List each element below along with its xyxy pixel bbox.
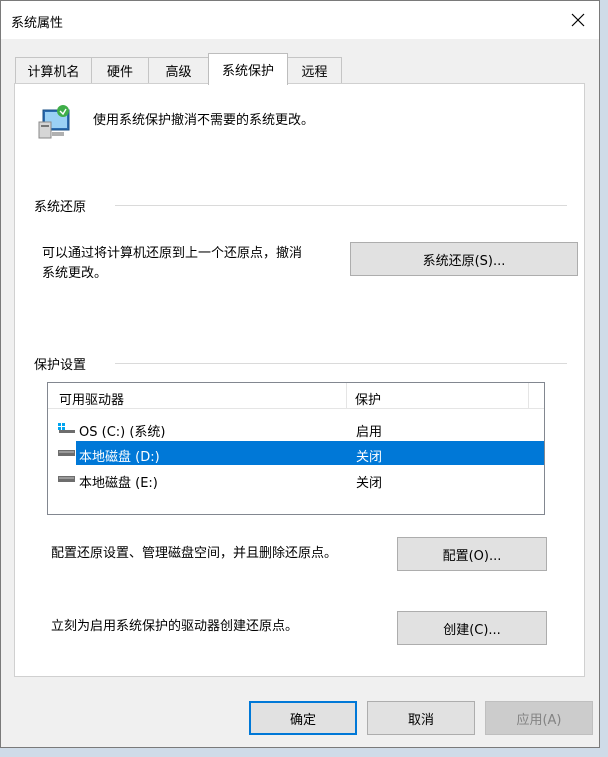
close-icon [571, 13, 585, 27]
drive-row-d[interactable]: 本地磁盘 (D:) 关闭 [49, 441, 544, 465]
restore-description-line2: 系统更改。 [42, 266, 108, 281]
restore-description-line1: 可以通过将计算机还原到上一个还原点，撤消 [42, 246, 303, 261]
ok-button[interactable]: 确定 [249, 701, 357, 735]
system-protection-panel: 使用系统保护撤消不需要的系统更改。 系统还原 可以通过将计算机还原到上一个还原点… [14, 83, 585, 677]
drive-list-header: 可用驱动器 保护 [48, 383, 544, 409]
system-protection-icon [38, 105, 70, 139]
window-title: 系统属性 [11, 16, 64, 31]
drive-row-e[interactable]: 本地磁盘 (E:) 关闭 [49, 467, 544, 491]
close-button[interactable] [563, 5, 593, 35]
tab-system-protection[interactable]: 系统保护 [208, 53, 288, 85]
drive-protection-status: 关闭 [356, 476, 383, 491]
disk-drive-icon [58, 476, 75, 482]
create-button[interactable]: 创建(C)... [397, 611, 547, 645]
system-drive-icon [58, 423, 75, 433]
drive-name: 本地磁盘 (E:) [79, 476, 158, 491]
protection-settings-divider [115, 363, 567, 364]
protection-settings-group-label: 保护设置 [34, 358, 87, 373]
drive-protection-status: 启用 [356, 425, 383, 440]
drive-list[interactable]: 可用驱动器 保护 OS (C:) (系统) 启用 本地磁盘 (D:) 关闭 本地… [47, 382, 545, 515]
title-bar[interactable]: 系统属性 [1, 1, 599, 39]
column-header-drive[interactable]: 可用驱动器 [59, 389, 124, 408]
drive-row-c[interactable]: OS (C:) (系统) 启用 [49, 416, 544, 440]
configure-description: 配置还原设置、管理磁盘空间，并且删除还原点。 [51, 546, 338, 561]
column-header-protection[interactable]: 保护 [355, 389, 381, 408]
drive-name: 本地磁盘 (D:) [79, 450, 160, 465]
cancel-button[interactable]: 取消 [367, 701, 475, 735]
configure-button[interactable]: 配置(O)... [397, 537, 547, 571]
intro-text: 使用系统保护撤消不需要的系统更改。 [93, 113, 315, 128]
tab-computer-name[interactable]: 计算机名 [15, 57, 92, 83]
tab-remote[interactable]: 远程 [287, 57, 342, 83]
tab-hardware[interactable]: 硬件 [91, 57, 149, 83]
tab-advanced[interactable]: 高级 [148, 57, 209, 83]
system-restore-divider [115, 205, 567, 206]
drive-name: OS (C:) (系统) [79, 425, 166, 440]
system-restore-group-label: 系统还原 [34, 200, 87, 215]
system-restore-button[interactable]: 系统还原(S)... [350, 242, 578, 276]
disk-drive-icon [58, 450, 75, 456]
drive-protection-status: 关闭 [356, 450, 383, 465]
apply-button[interactable]: 应用(A) [485, 701, 593, 735]
create-description: 立刻为启用系统保护的驱动器创建还原点。 [51, 619, 299, 634]
system-properties-dialog: 系统属性 计算机名 硬件 高级 系统保护 远程 使用系统保护撤消不需要的系统更改… [0, 0, 600, 748]
